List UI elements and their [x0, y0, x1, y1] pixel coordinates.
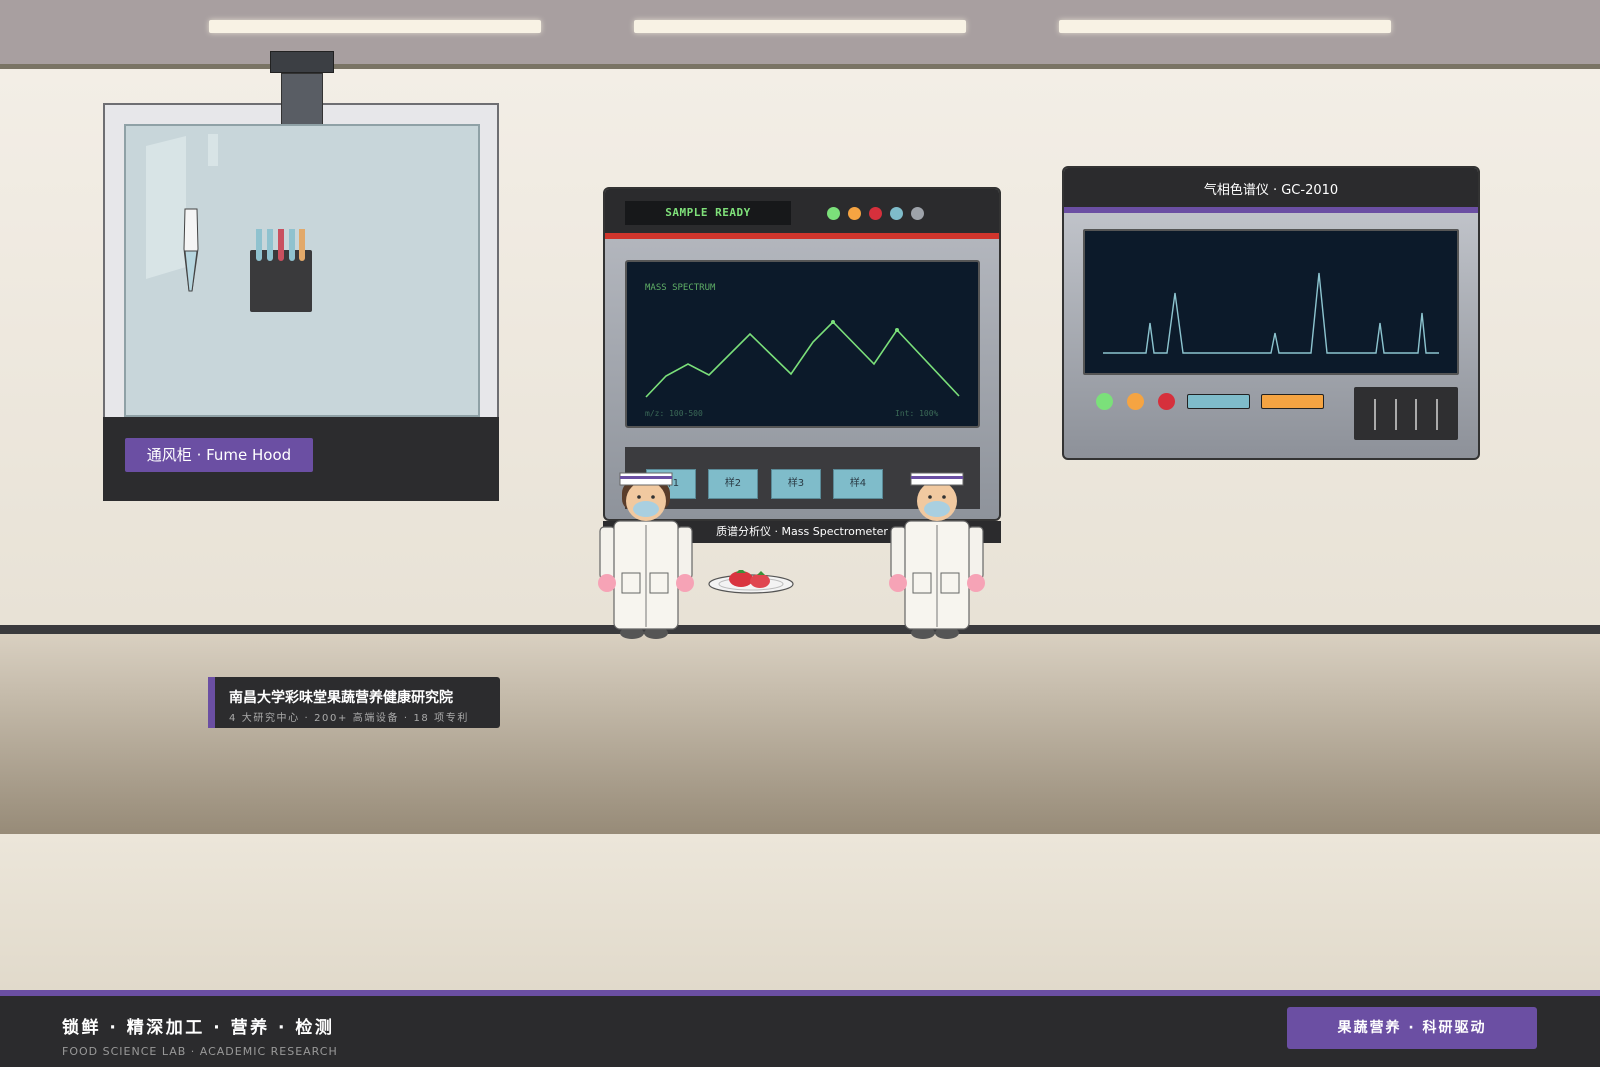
gc-vent [1354, 387, 1458, 440]
sample-slot-4[interactable]: 样4 [833, 469, 883, 499]
test-tube [256, 229, 262, 261]
scientist-figure [889, 472, 985, 639]
test-tube [267, 229, 273, 261]
vent-slot [1436, 399, 1438, 430]
ms-accent-stripe [605, 233, 999, 239]
ceiling-light [209, 20, 541, 33]
gc-status-led [1158, 393, 1175, 410]
ms-mz-range: m/z: 100-500 [645, 409, 703, 418]
lab-counter [0, 634, 1600, 834]
sample-slot-3[interactable]: 样3 [771, 469, 821, 499]
ceiling [0, 0, 1600, 69]
vent-slot [1395, 399, 1397, 430]
scientist-figure [598, 472, 694, 639]
footer-tagline: 锁鲜 · 精深加工 · 营养 · 检测 [62, 1018, 335, 1038]
ceiling-light [1059, 20, 1391, 33]
ceiling-light [634, 20, 966, 33]
lab-floor [0, 834, 1600, 990]
chromatogram-trace [1103, 272, 1439, 354]
mass-spectrum-trace [645, 320, 960, 398]
vent-slot [1374, 399, 1376, 430]
gc-control-button[interactable] [1261, 394, 1324, 409]
institute-name: 南昌大学彩味堂果蔬营养健康研究院 [229, 690, 453, 706]
vent-slot [1415, 399, 1417, 430]
footer-cta-button[interactable]: 果蔬营养 · 科研驱动 [1287, 1007, 1537, 1049]
gc-control-button[interactable] [1187, 394, 1250, 409]
footer-subtitle: FOOD SCIENCE LAB · ACADEMIC RESEARCH [62, 1045, 338, 1058]
gc-accent-stripe [1064, 207, 1478, 213]
hood-duct-cap [270, 51, 334, 73]
separatory-funnel-icon [183, 208, 199, 292]
gc-status-led [1096, 393, 1113, 410]
test-tube [299, 229, 305, 261]
sample-slot-2[interactable]: 样2 [708, 469, 758, 499]
hood-duct [281, 73, 323, 126]
fume-hood-label: 通风柜 · Fume Hood [125, 438, 313, 472]
status-led [890, 207, 903, 220]
status-led [827, 207, 840, 220]
gc-label: 气相色谱仪 · GC-2010 [1064, 168, 1478, 207]
status-led [869, 207, 882, 220]
status-led [848, 207, 861, 220]
counter-edge [0, 625, 1600, 634]
test-tube [289, 229, 295, 261]
ms-status-display: SAMPLE READY [625, 201, 791, 225]
fruit-plate-icon [708, 570, 794, 594]
gc-status-led [1127, 393, 1144, 410]
status-led [911, 207, 924, 220]
test-tube [278, 229, 284, 261]
ms-intensity: Int: 100% [895, 409, 939, 418]
institute-stats: 4 大研究中心 · 200+ 高端设备 · 18 项专利 [229, 713, 469, 724]
